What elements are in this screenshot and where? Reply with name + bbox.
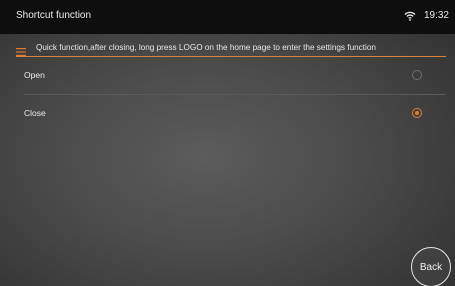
option-close-label: Close [24,108,46,118]
option-open-radio[interactable] [412,70,422,80]
wifi-icon [404,11,416,21]
option-divider [24,94,446,95]
shortcut-function-screen: Shortcut function 19:32 Quick function,a… [0,0,455,286]
status-time: 19:32 [423,10,449,21]
option-close[interactable]: Close [24,103,446,123]
option-open-label: Open [24,70,45,80]
hint-text: Quick function,after closing, long press… [36,42,376,52]
status-indicators: 19:32 [404,10,449,21]
back-button[interactable]: Back [411,247,451,286]
hint-row: Quick function,after closing, long press… [16,38,446,57]
screen-title: Shortcut function [16,10,92,21]
option-open[interactable]: Open [24,65,446,85]
menu-icon[interactable] [16,43,26,56]
status-bar: Shortcut function 19:32 [0,0,455,34]
option-close-radio[interactable] [412,108,422,118]
